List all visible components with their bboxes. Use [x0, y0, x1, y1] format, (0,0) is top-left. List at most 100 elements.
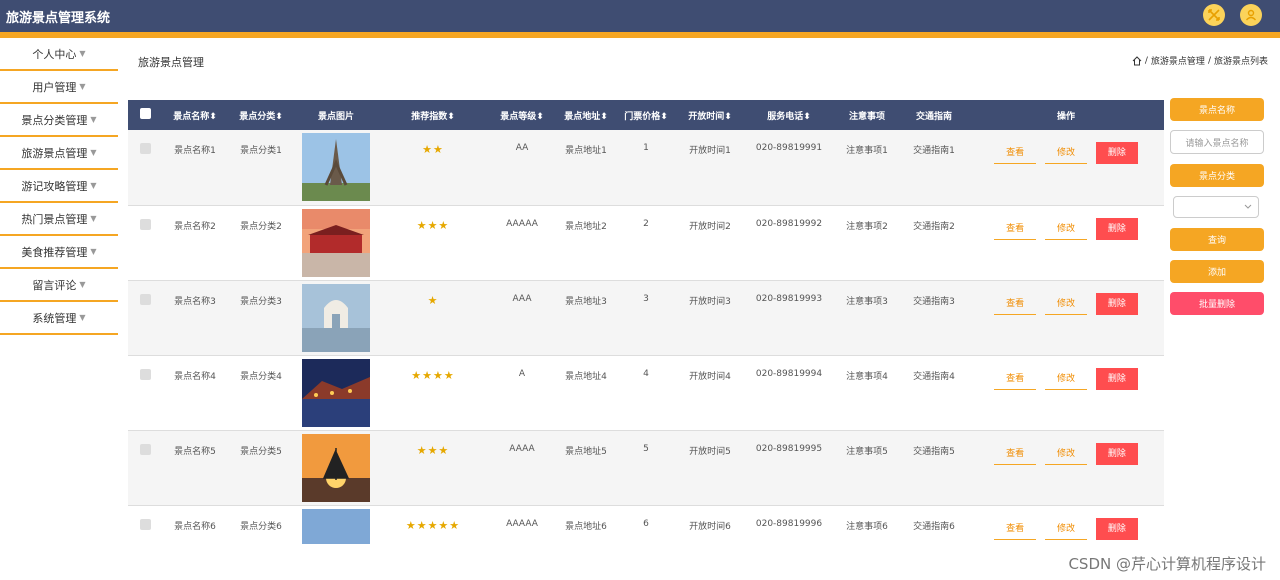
column-header[interactable]: 门票价格⬍ [616, 100, 676, 130]
scenic-image[interactable] [302, 283, 370, 352]
scenic-image[interactable] [302, 508, 370, 545]
sidebar-item[interactable]: 美食推荐管理 ▼ [0, 236, 118, 269]
column-header-label: 景点图片 [317, 111, 354, 122]
caret-down-icon: ▼ [79, 280, 86, 289]
caret-down-icon: ▼ [90, 115, 97, 124]
edit-button[interactable]: 修改 [1045, 519, 1087, 540]
row-checkbox[interactable] [128, 205, 162, 280]
sidebar-item[interactable]: 景点分类管理 ▼ [0, 104, 118, 137]
column-header-label: 推荐指数 [411, 111, 448, 122]
category-select[interactable] [1173, 196, 1259, 218]
sort-icon[interactable]: ⬍ [447, 112, 455, 122]
row-checkbox[interactable] [128, 280, 162, 355]
sidebar-item[interactable]: 旅游景点管理 ▼ [0, 137, 118, 170]
user-avatar-icon[interactable] [1240, 4, 1262, 26]
caret-down-icon: ▼ [90, 214, 97, 223]
cell-level: AAAAA [506, 518, 538, 529]
table-row: 景点名称5 景点分类5 ★★★ AAAA 景点地址5 5 开放时间5 020-89819995… [128, 430, 1164, 505]
cell-traffic: 交通指南5 [913, 446, 955, 457]
add-button[interactable]: 添加 [1170, 260, 1264, 283]
table-row: 景点名称4 景点分类4 ★★★★ A 景点地址4 4 开放时间4 020-89819994 注意… [128, 355, 1164, 430]
column-header-label: 景点分类 [239, 111, 276, 122]
delete-button[interactable]: 删除 [1095, 217, 1138, 240]
delete-button[interactable]: 删除 [1095, 367, 1138, 390]
edit-button[interactable]: 修改 [1045, 219, 1087, 240]
cell-actions: 查看 修改 删除 [968, 355, 1164, 430]
row-checkbox[interactable] [128, 430, 162, 505]
delete-button[interactable]: 删除 [1095, 442, 1138, 465]
sort-icon[interactable]: ⬍ [724, 112, 732, 122]
cell-actions: 查看 修改 删除 [968, 430, 1164, 505]
column-header-label: 操作 [1056, 111, 1075, 122]
name-search-input[interactable]: 请输入景点名称 [1170, 130, 1264, 154]
chevron-down-icon [1244, 204, 1252, 209]
view-button[interactable]: 查看 [994, 294, 1037, 315]
cell-category: 景点分类6 [240, 521, 282, 532]
sidebar-item[interactable]: 系统管理 ▼ [0, 302, 118, 335]
scenic-image[interactable] [302, 433, 370, 502]
fullscreen-icon[interactable] [1203, 4, 1225, 26]
column-header[interactable]: 景点地址⬍ [556, 100, 616, 130]
sort-icon[interactable]: ⬍ [209, 112, 217, 122]
cell-stars: ★★★ [378, 430, 488, 505]
cell-stars: ★★★★★ [378, 505, 488, 544]
edit-button[interactable]: 修改 [1045, 369, 1087, 390]
cell-open-time: 开放时间1 [689, 146, 731, 156]
column-header[interactable]: 服务电话⬍ [744, 100, 834, 130]
cell-stars: ★★★★ [378, 355, 488, 430]
cell-traffic: 交通指南4 [913, 371, 955, 382]
caret-down-icon: ▼ [79, 82, 86, 91]
delete-button[interactable]: 删除 [1095, 517, 1138, 540]
sidebar-item[interactable]: 用户管理 ▼ [0, 71, 118, 104]
row-checkbox[interactable] [128, 130, 162, 205]
table-row: 景点名称3 景点分类3 ★ AAA 景点地址3 3 开放时间3 020-89819993 注意事… [128, 280, 1164, 355]
delete-button[interactable]: 删除 [1095, 292, 1138, 315]
query-button[interactable]: 查询 [1170, 228, 1264, 251]
star-rating: ★ [427, 293, 439, 307]
breadcrumb-item-manage[interactable]: 旅游景点管理 [1151, 54, 1205, 67]
star-rating: ★★★★ [411, 368, 455, 382]
top-bar: 旅游景点管理系统 [0, 0, 1280, 38]
column-header[interactable]: 景点等级⬍ [488, 100, 556, 130]
cell-open-time: 开放时间2 [689, 221, 731, 232]
column-header[interactable]: 景点名称⬍ [162, 100, 228, 130]
home-icon[interactable] [1132, 55, 1142, 66]
edit-button[interactable]: 修改 [1045, 294, 1087, 315]
column-header-label: 景点名称 [173, 111, 210, 122]
sidebar-item[interactable]: 热门景点管理 ▼ [0, 203, 118, 236]
view-button[interactable]: 查看 [994, 143, 1037, 164]
cell-open-time: 开放时间5 [689, 446, 731, 457]
column-header[interactable]: 推荐指数⬍ [378, 100, 488, 130]
caret-down-icon: ▼ [90, 247, 97, 256]
sort-icon[interactable]: ⬍ [600, 112, 608, 122]
scenic-image[interactable] [302, 208, 370, 277]
sidebar-item[interactable]: 游记攻略管理 ▼ [0, 170, 118, 203]
view-button[interactable]: 查看 [994, 219, 1037, 240]
sort-icon[interactable]: ⬍ [660, 112, 668, 122]
sort-icon[interactable]: ⬍ [536, 112, 544, 122]
cell-level: AAAAA [506, 218, 538, 229]
scenic-image[interactable] [302, 133, 370, 201]
sidebar-item-label: 美食推荐管理 [21, 245, 88, 259]
sidebar-item[interactable]: 留言评论 ▼ [0, 269, 118, 302]
cell-category: 景点分类3 [240, 296, 282, 307]
view-button[interactable]: 查看 [994, 369, 1037, 390]
row-checkbox[interactable] [128, 505, 162, 544]
view-button[interactable]: 查看 [994, 444, 1037, 465]
sort-icon[interactable]: ⬍ [803, 112, 811, 122]
cell-price: 5 [643, 443, 649, 454]
select-all-checkbox[interactable] [128, 100, 162, 130]
sort-icon[interactable]: ⬍ [275, 112, 283, 122]
column-header-label: 景点等级 [500, 111, 537, 122]
delete-button[interactable]: 删除 [1095, 142, 1138, 164]
edit-button[interactable]: 修改 [1045, 444, 1087, 465]
sidebar-item-label: 游记攻略管理 [21, 179, 88, 193]
scenic-image[interactable] [302, 358, 370, 427]
batch-delete-button[interactable]: 批量删除 [1170, 292, 1264, 315]
sidebar-item[interactable]: 个人中心 ▼ [0, 38, 118, 71]
column-header[interactable]: 景点分类⬍ [228, 100, 294, 130]
column-header[interactable]: 开放时间⬍ [676, 100, 744, 130]
view-button[interactable]: 查看 [994, 519, 1037, 540]
edit-button[interactable]: 修改 [1045, 143, 1087, 164]
row-checkbox[interactable] [128, 355, 162, 430]
